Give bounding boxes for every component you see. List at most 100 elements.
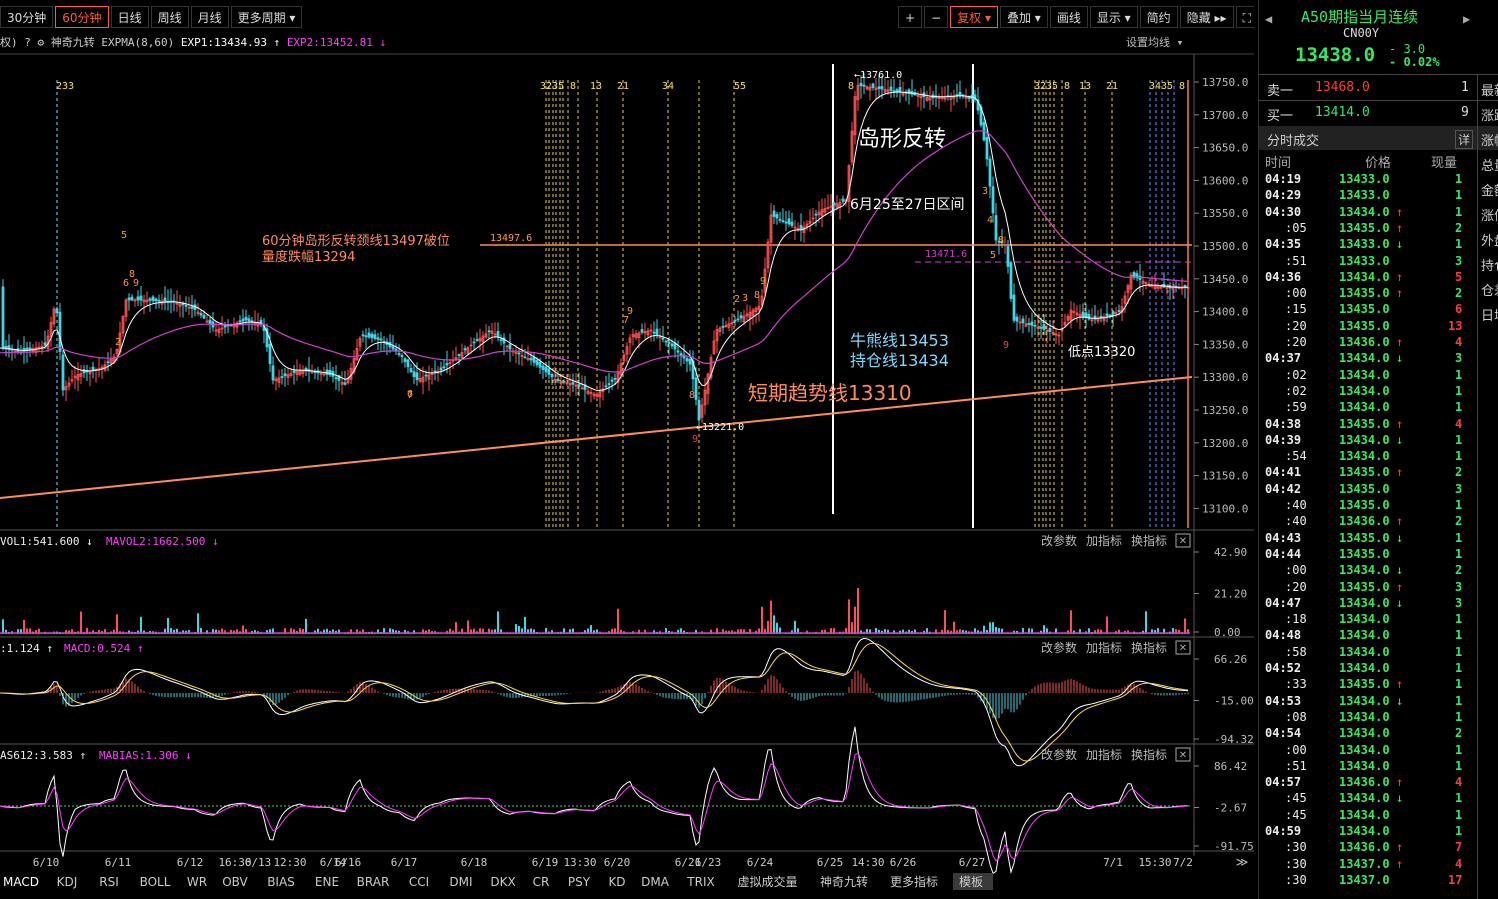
tick-time: 04:36 bbox=[1265, 269, 1302, 284]
tick-volume: 1 bbox=[1455, 644, 1463, 659]
candle-body bbox=[91, 366, 95, 371]
candle-body bbox=[439, 367, 443, 371]
candle-body bbox=[967, 96, 971, 99]
bottom-tab-4[interactable]: WR bbox=[187, 875, 207, 889]
chart-area[interactable]: 30分钟 60分钟 日线 周线 月线 更多周期 ▾ + − 复权 ▾ 叠加 ▾ 画线 显示 ▾ 简约隐… bbox=[0, 0, 1254, 899]
edge-label-2: 涨幅 bbox=[1481, 134, 1498, 149]
bottom-tab-3[interactable]: BOLL bbox=[140, 875, 171, 889]
tick-volume: 3 bbox=[1455, 351, 1463, 366]
bottom-tab-2[interactable]: RSI bbox=[99, 875, 119, 889]
edge-label-3: 总量 bbox=[1481, 159, 1498, 174]
bottom-tab-17[interactable]: 虚拟成交量 bbox=[737, 874, 797, 889]
tick-volume: 1 bbox=[1455, 709, 1463, 724]
tick-volume: 1 bbox=[1455, 742, 1463, 757]
tick-time: 04:54 bbox=[1265, 726, 1302, 741]
jiuzhuan-count: 3235 8 bbox=[1034, 81, 1070, 92]
candle-body bbox=[247, 318, 251, 322]
candle-body bbox=[892, 90, 896, 93]
candle-body bbox=[889, 86, 893, 91]
tick-price: 13434.0 bbox=[1339, 758, 1390, 773]
jiuzhuan-count: 13 bbox=[590, 81, 602, 92]
candle-body bbox=[409, 368, 413, 373]
bottom-tab-13[interactable]: PSY bbox=[568, 875, 591, 889]
candle-body bbox=[391, 346, 395, 350]
x-axis-label: 6/13 bbox=[245, 856, 272, 869]
jiuzhuan-count: 34 bbox=[662, 81, 674, 92]
bottom-tab-19[interactable]: 更多指标 bbox=[890, 874, 938, 889]
tick-price: 13435.0 bbox=[1339, 530, 1390, 545]
bottom-tab-10[interactable]: DMI bbox=[449, 875, 472, 889]
candle-body bbox=[472, 341, 476, 344]
volume-bar bbox=[80, 611, 82, 634]
bottom-tab-16[interactable]: TRIX bbox=[686, 875, 714, 889]
volume-bar bbox=[617, 608, 619, 634]
candle-body bbox=[199, 313, 203, 316]
bottom-tab-5[interactable]: OBV bbox=[222, 875, 248, 889]
candle-body bbox=[1111, 311, 1115, 315]
bottom-tab-9[interactable]: CCI bbox=[409, 875, 429, 889]
tick-volume: 1 bbox=[1455, 661, 1463, 675]
tick-volume: 2 bbox=[1455, 465, 1463, 480]
tick-volume: 1 bbox=[1455, 400, 1463, 415]
candle-body bbox=[424, 374, 428, 377]
tick-time: :51 bbox=[1285, 253, 1307, 268]
bias-swap-button: 换指标 bbox=[1131, 747, 1167, 762]
tick-volume: 13 bbox=[1448, 318, 1463, 333]
bottom-tab-15[interactable]: DMA bbox=[641, 875, 670, 889]
jiuzhuan-mark: 8 bbox=[689, 390, 695, 401]
bottom-tab-12[interactable]: CR bbox=[533, 875, 550, 889]
bottom-tab-8[interactable]: BRAR bbox=[357, 875, 390, 889]
ticks-col-volume: 现量 bbox=[1431, 156, 1458, 171]
tick-volume: 1 bbox=[1455, 383, 1463, 398]
ticks-detail-button[interactable]: 详 bbox=[1455, 130, 1474, 149]
candle-body bbox=[496, 331, 500, 338]
candle-body bbox=[571, 381, 575, 385]
scroll-right-icon: ≫ bbox=[1236, 855, 1249, 869]
tick-price: 13436.0 bbox=[1339, 335, 1390, 349]
tick-price: 13434.0 bbox=[1339, 824, 1390, 838]
tick-time: 04:37 bbox=[1265, 351, 1302, 366]
bottom-tab-0[interactable]: MACD bbox=[3, 875, 39, 889]
candle-body bbox=[664, 340, 668, 343]
bottom-tab-18[interactable]: 神奇九转 bbox=[820, 874, 868, 889]
bottom-tab-14[interactable]: KD bbox=[608, 875, 625, 889]
bottom-tab-7[interactable]: ENE bbox=[315, 875, 339, 889]
bottom-tab-11[interactable]: DKX bbox=[490, 875, 515, 889]
x-axis-label: 6/27 bbox=[959, 856, 986, 869]
bottom-tab-6[interactable]: BIAS bbox=[267, 875, 295, 889]
tick-price: 13433.0 bbox=[1339, 237, 1390, 252]
candle-body bbox=[163, 297, 167, 302]
next-contract-icon[interactable]: ▶ bbox=[1463, 12, 1470, 26]
y-axis-label: 13550.0 bbox=[1202, 207, 1248, 220]
bottom-tab-20[interactable]: 模板 bbox=[959, 875, 983, 889]
tick-price: 13434.0 bbox=[1339, 709, 1390, 724]
prev-contract-icon[interactable]: ◀ bbox=[1265, 12, 1272, 26]
exp2-line bbox=[0, 130, 1189, 373]
candle-body bbox=[1030, 321, 1034, 326]
x-axis-label: 6/24 bbox=[747, 856, 774, 869]
tick-time: 04:39 bbox=[1265, 432, 1302, 447]
tick-volume: 4 bbox=[1455, 416, 1463, 431]
tick-price: 13434.0 bbox=[1339, 693, 1390, 708]
tick-time: 04:38 bbox=[1265, 416, 1302, 431]
volume-bar bbox=[992, 622, 994, 634]
candle-body bbox=[787, 218, 791, 225]
tick-volume: 7 bbox=[1455, 840, 1463, 855]
ask-price: 13468.0 bbox=[1315, 80, 1370, 95]
tick-volume: 1 bbox=[1455, 432, 1463, 447]
tick-price: 13434.0 bbox=[1339, 742, 1390, 757]
kline-chart[interactable]: 13750.0 13700.0 13650.0 13600.0 13550.0 13500… bbox=[0, 0, 1254, 899]
candle-body bbox=[562, 380, 566, 383]
candle-body bbox=[1021, 318, 1025, 324]
tick-volume: 17 bbox=[1448, 872, 1463, 887]
vol-close-glyph: ✕ bbox=[1179, 536, 1187, 547]
x-axis-label: 6/17 bbox=[391, 856, 418, 869]
bottom-tab-1[interactable]: KDJ bbox=[57, 875, 78, 889]
candle-body bbox=[988, 158, 992, 187]
tick-direction-icon: ↓ bbox=[1396, 432, 1404, 447]
tick-time: 04:52 bbox=[1265, 661, 1302, 675]
tick-time: :30 bbox=[1285, 840, 1307, 855]
tick-time: :20 bbox=[1285, 335, 1307, 349]
edge-label-9: 日增 bbox=[1481, 309, 1498, 324]
tick-volume: 4 bbox=[1455, 335, 1463, 349]
